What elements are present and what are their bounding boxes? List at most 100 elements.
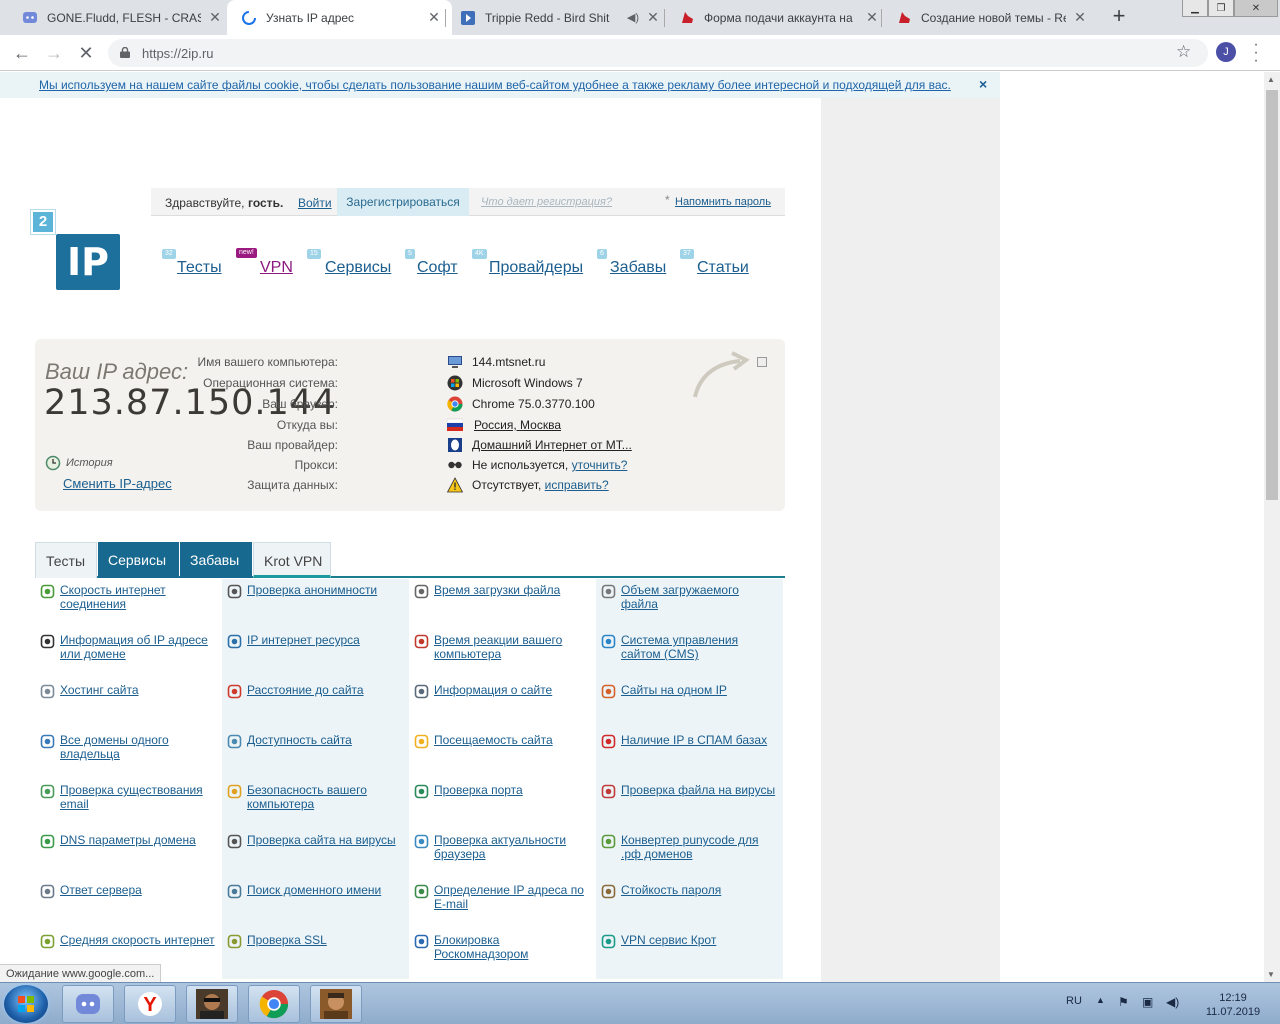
service-link[interactable]: Проверка существования email (60, 783, 203, 811)
service-link[interactable]: Наличие IP в СПАМ базах (621, 733, 767, 747)
service-link[interactable]: Скорость интернет соединения (60, 583, 166, 611)
tab-services[interactable]: Сервисы (98, 542, 179, 578)
close-icon[interactable]: ✕ (1072, 9, 1088, 26)
cookie-notice-text[interactable]: Мы используем на нашем сайте файлы cooki… (39, 78, 951, 92)
service-link[interactable]: Конвертер punycode для .рф доменов (621, 833, 759, 861)
tray-expand-icon[interactable]: ▲ (1096, 995, 1105, 1005)
service-link[interactable]: DNS параметры домена (60, 833, 196, 847)
history-link[interactable]: История (45, 455, 113, 471)
service-link[interactable]: Безопасность вашего компьютера (247, 783, 367, 811)
service-link[interactable]: Хостинг сайта (60, 683, 139, 697)
page-scrollbar[interactable]: ▲ ▼ (1264, 72, 1280, 982)
service-link[interactable]: Поиск доменного имени (247, 883, 381, 897)
service-link[interactable]: Ответ сервера (60, 883, 142, 897)
service-link[interactable]: Сайты на одном IP (621, 683, 727, 697)
browser-tab-3[interactable]: Trippie Redd - Bird Shit ◀︎) ✕ (446, 0, 671, 35)
remind-password-link[interactable]: Напомнить пароль (675, 196, 771, 208)
profile-avatar[interactable]: J (1216, 42, 1236, 62)
why-register-link[interactable]: Что дает регистрация? (481, 196, 612, 208)
close-icon[interactable]: ✕ (207, 9, 223, 26)
tab-krot-vpn[interactable]: Krot VPN (253, 542, 331, 578)
change-ip-link[interactable]: Сменить IP-адрес (63, 476, 172, 491)
service-item: Ответ сервера (35, 879, 222, 929)
forward-button[interactable]: → (42, 41, 66, 65)
close-icon[interactable]: ✕ (426, 9, 442, 26)
url-text[interactable]: https://2ip.ru (142, 46, 214, 61)
service-link[interactable]: Блокировка Роскомнадзором (434, 933, 528, 961)
menu-kebab-icon[interactable]: · · · (1252, 37, 1260, 69)
service-link[interactable]: VPN сервис Крот (621, 933, 716, 947)
input-language[interactable]: RU (1066, 995, 1082, 1007)
nav-articles[interactable]: Статьи (697, 259, 749, 277)
logo-badge[interactable]: 2 (31, 210, 55, 234)
service-link[interactable]: Посещаемость сайта (434, 733, 553, 747)
service-link[interactable]: Объем загружаемого файла (621, 583, 739, 611)
nav-vpn[interactable]: VPN (260, 259, 293, 277)
service-link[interactable]: Все домены одного владельца (60, 733, 169, 761)
service-link[interactable]: Стойкость пароля (621, 883, 721, 897)
service-link[interactable]: Доступность сайта (247, 733, 352, 747)
bookmark-star-icon[interactable]: ☆ (1176, 42, 1191, 62)
service-link[interactable]: Информация об IP адресе или домене (60, 633, 208, 661)
browser-tab-4[interactable]: Форма подачи аккаунта на ✕ (665, 0, 890, 35)
close-icon[interactable]: ✕ (864, 9, 880, 26)
collapse-panel-button[interactable] (757, 357, 767, 367)
nav-services[interactable]: Сервисы (325, 259, 391, 277)
service-link[interactable]: Проверка порта (434, 783, 523, 797)
taskbar-chrome[interactable] (248, 985, 300, 1023)
scroll-up-icon[interactable]: ▲ (1267, 75, 1275, 84)
provider-link[interactable]: Домашний Интернет от МТ... (472, 438, 632, 452)
location-link[interactable]: Россия, Москва (474, 418, 561, 432)
taskbar-yandex[interactable]: Y (124, 985, 176, 1023)
nav-soft[interactable]: Софт (417, 259, 458, 277)
action-center-icon[interactable]: ⚑ (1118, 995, 1129, 1009)
nav-fun[interactable]: Забавы (610, 259, 666, 277)
login-link[interactable]: Войти (298, 196, 332, 210)
speaker-icon[interactable]: ◀︎) (627, 11, 639, 24)
address-bar[interactable]: https://2ip.ru ☆ (108, 39, 1208, 67)
service-link[interactable]: Время реакции вашего компьютера (434, 633, 562, 661)
register-button[interactable]: Зарегистрироваться (337, 188, 469, 216)
history-label[interactable]: История (66, 457, 113, 469)
volume-icon[interactable]: ◀︎) (1166, 995, 1179, 1009)
service-link[interactable]: IP интернет ресурса (247, 633, 360, 647)
network-icon[interactable]: ▣ (1142, 995, 1153, 1009)
stop-button[interactable]: ✕ (74, 41, 98, 65)
browser-tab-2[interactable]: Узнать IP адрес ✕ (227, 0, 452, 35)
service-link[interactable]: Определение IP адреса по E-mail (434, 883, 584, 911)
service-link[interactable]: Расстояние до сайта (247, 683, 364, 697)
scrollbar-thumb[interactable] (1266, 90, 1278, 500)
scroll-down-icon[interactable]: ▼ (1267, 970, 1275, 979)
service-link[interactable]: Средняя скорость интернет (60, 933, 215, 947)
service-link[interactable]: Проверка файла на вирусы (621, 783, 775, 797)
browser-tab-5[interactable]: Создание новой темы - Rev ✕ (882, 0, 1098, 35)
close-icon[interactable]: ✕ (645, 9, 661, 26)
tab-tests[interactable]: Тесты (35, 542, 97, 578)
cookie-close-button[interactable]: × (979, 76, 987, 92)
logo[interactable]: IP (56, 234, 120, 290)
nav-providers[interactable]: Провайдеры (489, 259, 583, 277)
service-link[interactable]: Проверка сайта на вирусы (247, 833, 396, 847)
service-link[interactable]: Проверка SSL (247, 933, 327, 947)
tab-fun[interactable]: Забавы (180, 542, 252, 578)
window-close-button[interactable]: ✕ (1234, 0, 1278, 17)
service-link[interactable]: Проверка актуальности браузера (434, 833, 566, 861)
new-tab-button[interactable]: + (1108, 5, 1130, 27)
service-link[interactable]: Система управления сайтом (CMS) (621, 633, 738, 661)
taskbar-game-1[interactable] (186, 985, 238, 1023)
taskbar-discord[interactable] (62, 985, 114, 1023)
browser-tab-1[interactable]: GONE.Fludd, FLESH - CRASH ✕ (8, 0, 233, 35)
service-link[interactable]: Информация о сайте (434, 683, 552, 697)
back-button[interactable]: ← (10, 41, 34, 65)
minimize-button[interactable]: ▁ (1182, 0, 1208, 17)
status-bar: Ожидание www.google.com... (0, 964, 162, 982)
maximize-button[interactable]: ❐ (1208, 0, 1234, 17)
taskbar-game-2[interactable] (310, 985, 362, 1023)
start-button[interactable] (4, 985, 48, 1023)
protection-fix-link[interactable]: исправить? (545, 478, 609, 492)
clock[interactable]: 12:19 11.07.2019 (1196, 991, 1270, 1019)
service-link[interactable]: Проверка анонимности (247, 583, 377, 597)
nav-tests[interactable]: Тесты (177, 259, 222, 277)
proxy-clarify-link[interactable]: уточнить? (572, 458, 628, 472)
service-link[interactable]: Время загрузки файла (434, 583, 560, 597)
